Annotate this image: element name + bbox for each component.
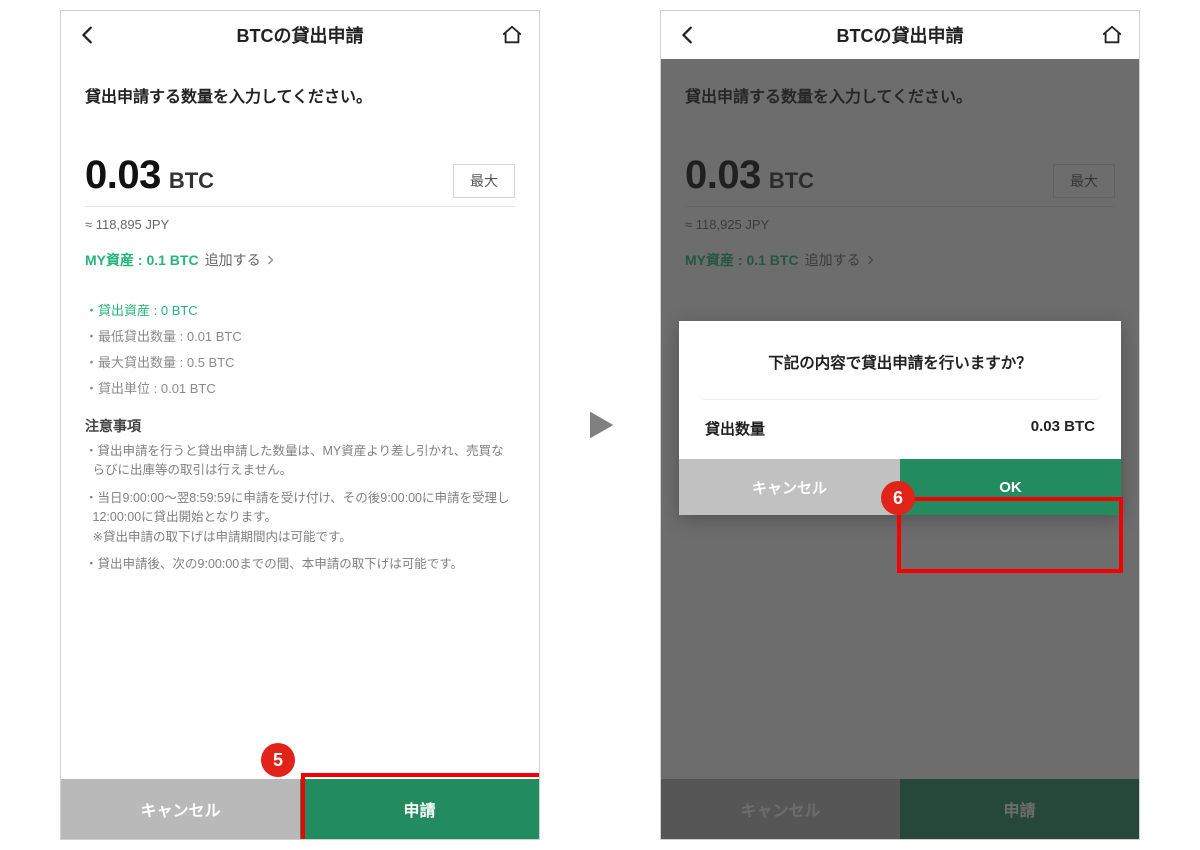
notes-heading: 注意事項: [85, 416, 515, 436]
lent-asset: 貸出資産 : 0 BTC: [85, 298, 515, 324]
add-funds-link[interactable]: 追加する: [205, 250, 277, 270]
footer-actions: キャンセル 申請: [61, 779, 539, 839]
amount-value[interactable]: 0.03: [85, 153, 161, 198]
phone-left: BTCの貸出申請 貸出申請する数量を入力してください。 0.03 BTC 最大 …: [60, 10, 540, 840]
amount-unit: BTC: [169, 168, 214, 194]
page-title: BTCの貸出申請: [237, 22, 364, 48]
back-icon[interactable]: [75, 22, 101, 48]
note-2: 当日9:00:00～翌8:59:59に申請を受け付け、その後9:00:00に申請…: [85, 489, 515, 547]
modal-qty-value: 0.03 BTC: [1031, 418, 1095, 439]
limits-list: 貸出資産 : 0 BTC 最低貸出数量 : 0.01 BTC 最大貸出数量 : …: [85, 298, 515, 402]
amount-input-row: 0.03 BTC 最大: [85, 153, 515, 207]
max-amount: 最大貸出数量 : 0.5 BTC: [85, 350, 515, 376]
submit-button[interactable]: 申請: [300, 779, 539, 839]
min-amount: 最低貸出数量 : 0.01 BTC: [85, 324, 515, 350]
app-header: BTCの貸出申請: [61, 11, 539, 59]
notes-list: 貸出申請を行うと貸出申請した数量は、MY資産より差し引かれ、売買ならびに出庫等の…: [85, 442, 515, 574]
phone-right: BTCの貸出申請 貸出申請する数量を入力してください。 0.03 BTC 最大 …: [660, 10, 1140, 840]
cancel-button[interactable]: キャンセル: [61, 779, 300, 839]
modal-divider: [703, 399, 1097, 400]
modal-cancel-button[interactable]: キャンセル: [679, 459, 900, 515]
input-prompt: 貸出申請する数量を入力してください。: [85, 83, 515, 107]
flow-arrow-icon: [580, 405, 620, 445]
modal-ok-button[interactable]: OK: [900, 459, 1121, 515]
confirm-modal: 下記の内容で貸出申請を行いますか？ 貸出数量 0.03 BTC キャンセル OK: [679, 321, 1121, 515]
back-icon[interactable]: [675, 22, 701, 48]
max-button[interactable]: 最大: [453, 164, 515, 198]
home-icon[interactable]: [499, 22, 525, 48]
home-icon[interactable]: [1099, 22, 1125, 48]
modal-title: 下記の内容で貸出申請を行いますか？: [703, 351, 1097, 373]
modal-qty-label: 貸出数量: [705, 418, 765, 439]
app-header: BTCの貸出申請: [661, 11, 1139, 59]
content-area: 貸出申請する数量を入力してください。 0.03 BTC 最大 ≈ 118,895…: [61, 59, 539, 779]
note-1: 貸出申請を行うと貸出申請した数量は、MY資産より差し引かれ、売買ならびに出庫等の…: [85, 442, 515, 481]
note-3: 貸出申請後、次の9:00:00までの間、本申請の取下げは可能です。: [85, 555, 515, 574]
approx-fiat: ≈ 118,895 JPY: [85, 217, 515, 232]
step-amount: 貸出単位 : 0.01 BTC: [85, 376, 515, 402]
my-asset-label: MY資産 : 0.1 BTC: [85, 250, 199, 270]
page-title: BTCの貸出申請: [837, 22, 964, 48]
